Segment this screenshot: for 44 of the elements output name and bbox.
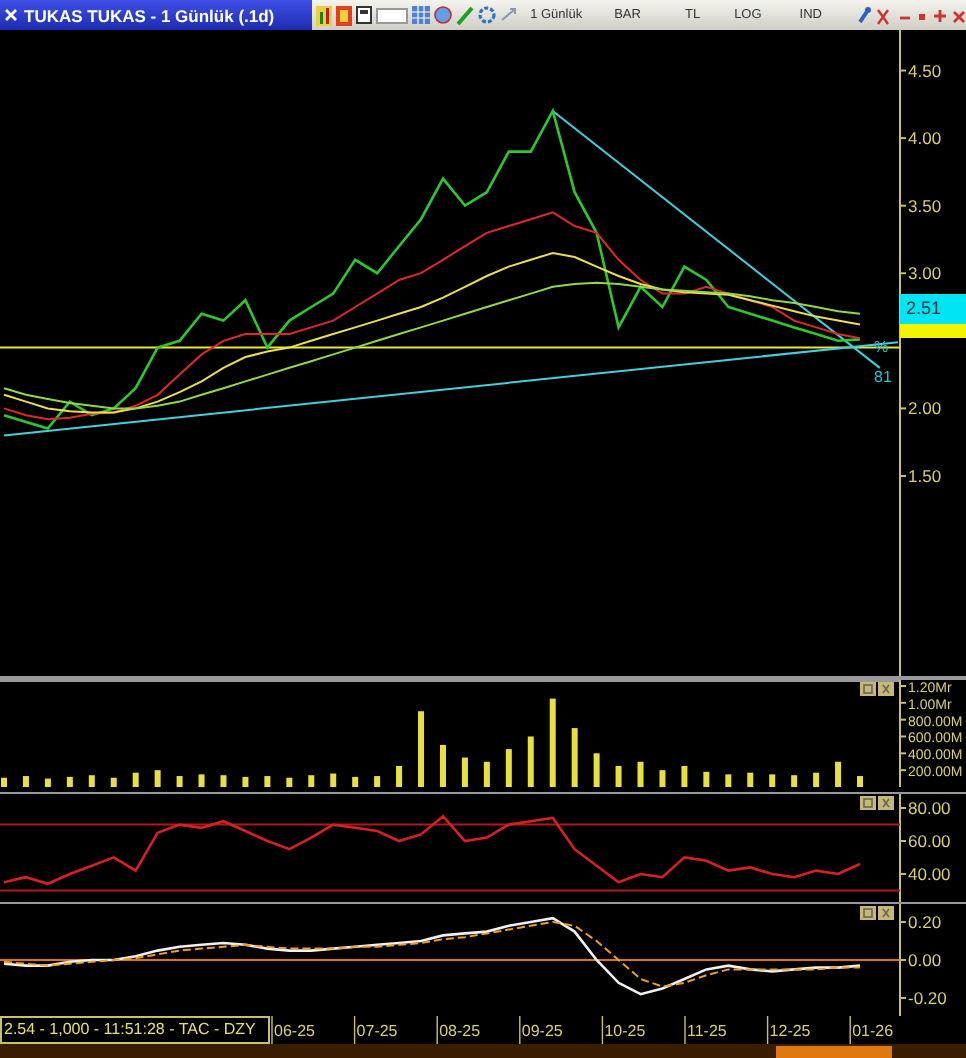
trend-label: % [874, 338, 889, 356]
panel-close-button[interactable] [878, 796, 894, 810]
date-label: 09-25 [521, 1022, 563, 1040]
chart-icon[interactable] [316, 5, 333, 25]
cross-icon[interactable] [876, 5, 890, 25]
panel-restore-button[interactable] [860, 796, 876, 810]
date-label: 01-26 [852, 1022, 894, 1040]
axis-label: 3.00 [908, 263, 942, 284]
pin-icon[interactable] [856, 5, 872, 25]
arrow-icon[interactable] [500, 6, 519, 24]
document-icon[interactable] [336, 5, 353, 25]
close-icon[interactable] [952, 7, 966, 23]
axis-label: 80.00 [908, 798, 951, 818]
price-tag: 2.51 [900, 294, 966, 324]
axis-label: 2.00 [908, 398, 942, 419]
scrollbar-thumb[interactable] [776, 1046, 892, 1058]
axis-label: 3.50 [908, 195, 942, 216]
axis-label: 0.00 [908, 950, 942, 970]
window-icon[interactable] [356, 6, 373, 24]
axis-label: 0.20 [908, 912, 942, 933]
axis-label: 60.00 [908, 831, 951, 851]
date-label: 07-25 [356, 1022, 398, 1040]
pencil-icon[interactable] [456, 5, 475, 25]
axis-label: 4.50 [908, 60, 942, 81]
date-label: 12-25 [769, 1022, 811, 1040]
panel-close-button[interactable] [878, 906, 894, 920]
date-label: 11-25 [687, 1022, 727, 1040]
scrollbar[interactable] [0, 1044, 966, 1058]
trend-label: 81 [874, 368, 892, 386]
panel-restore-button[interactable] [860, 906, 876, 920]
status-text: 2.54 - 1,000 - 11:51:28 - TAC - DZY [0, 1016, 270, 1044]
date-label: 08-25 [439, 1022, 481, 1040]
grid-icon[interactable] [412, 6, 431, 24]
date-label: 06-25 [274, 1022, 315, 1040]
date-label: 10-25 [604, 1022, 646, 1040]
axis-label: -0.20 [908, 987, 947, 1008]
axis-label: 1.50 [908, 466, 942, 486]
axis-label: 40.00 [908, 863, 951, 884]
panel-restore-button[interactable] [860, 682, 876, 696]
maximize-icon[interactable] [932, 7, 948, 23]
window-title: TUKAS TUKAS - 1 Günlük (.1d) [24, 5, 275, 25]
input-field[interactable] [376, 7, 409, 23]
axis-label: 4.00 [908, 128, 942, 149]
panel-close-button[interactable] [878, 682, 894, 696]
